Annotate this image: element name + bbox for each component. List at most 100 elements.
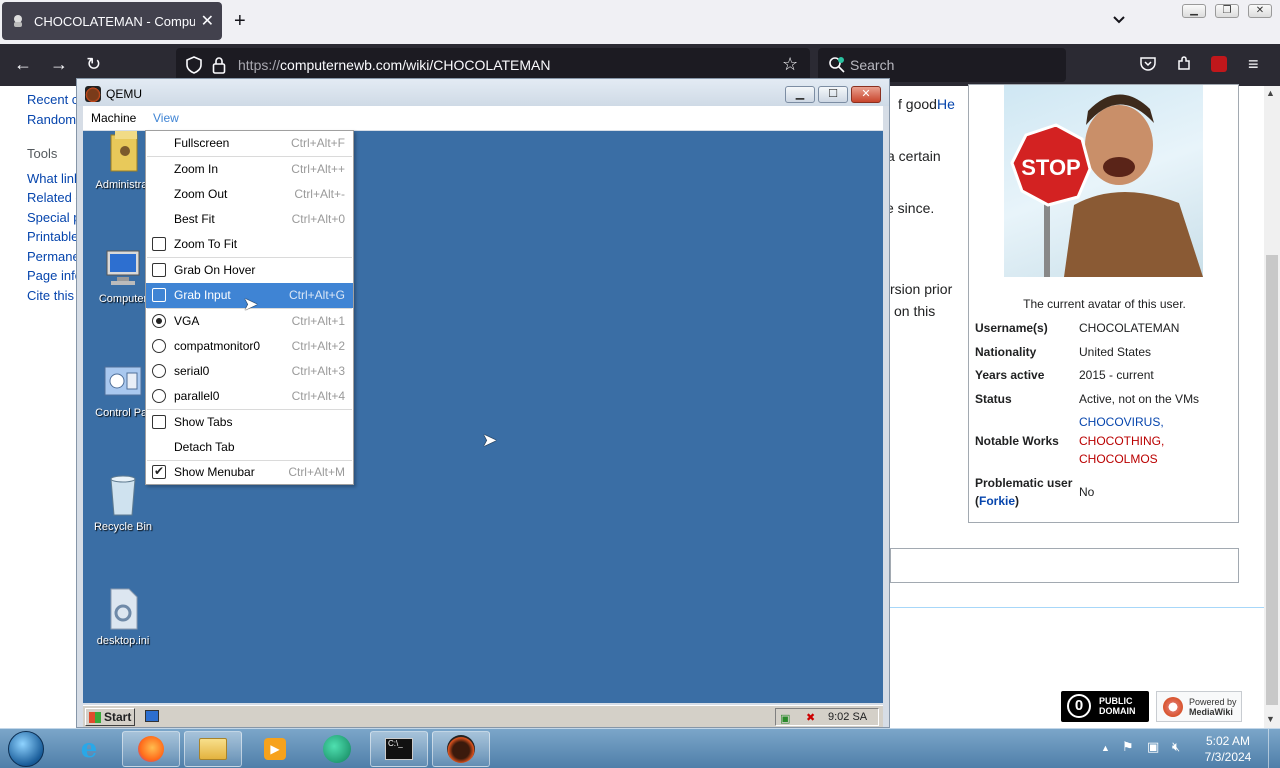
sidebar-link-printable[interactable]: Printable: [27, 229, 78, 244]
scroll-down-icon[interactable]: ▼: [1266, 714, 1275, 724]
bookmark-star-icon[interactable]: ☆: [782, 54, 798, 75]
ublock-origin-icon[interactable]: [1211, 56, 1227, 72]
menuitem-zoom-in[interactable]: Zoom In Ctrl+Alt++: [146, 157, 353, 182]
guest-mouse-pointer-icon: ➤: [482, 430, 498, 450]
sidebar-link-what-links-here[interactable]: What link: [27, 171, 80, 186]
desktop-icon-desktop-ini[interactable]: desktop.ini: [83, 587, 163, 647]
taskbar-media-player[interactable]: ▶: [246, 731, 304, 767]
sidebar-link-permanent-link[interactable]: Permane: [27, 249, 80, 264]
browser-tab[interactable]: CHOCOLATEMAN - Computer ✕: [2, 2, 222, 40]
volume-muted-icon[interactable]: 🔇︎: [1172, 739, 1180, 755]
menu-view[interactable]: View: [153, 111, 179, 125]
recycle-bin-icon: [103, 473, 143, 517]
taskbar-firefox[interactable]: [122, 731, 180, 767]
address-bar[interactable]: https://computernewb.com/wiki/CHOCOLATEM…: [176, 48, 810, 82]
menuitem-label: parallel0: [174, 389, 220, 403]
restore-window-button[interactable]: ❐: [1215, 4, 1239, 18]
close-window-button[interactable]: ✕: [1248, 4, 1272, 18]
show-desktop-button[interactable]: [1268, 729, 1280, 768]
menuitem-detach-tab[interactable]: Detach Tab: [146, 435, 353, 460]
sidebar-link-random-page[interactable]: Random: [27, 112, 76, 127]
menuitem-show-menubar[interactable]: Show Menubar Ctrl+Alt+M: [146, 460, 353, 485]
sidebar-link-recent-changes[interactable]: Recent c: [27, 92, 78, 107]
menuitem-parallel0[interactable]: parallel0 Ctrl+Alt+4: [146, 384, 353, 409]
browser-tab-bar: CHOCOLATEMAN - Computer ✕ + ▁ ❐ ✕: [0, 0, 1280, 44]
sidebar-link-cite[interactable]: Cite this: [27, 288, 74, 303]
windows-start-orb[interactable]: [8, 731, 44, 767]
notable-work-redlink[interactable]: CHOCOLMOS: [1079, 452, 1239, 466]
forkie-link[interactable]: Forkie: [979, 494, 1015, 508]
qemu-maximize-button[interactable]: ☐: [818, 86, 848, 103]
taskbar-app-green[interactable]: [308, 731, 366, 767]
menuitem-zoom-out[interactable]: Zoom Out Ctrl+Alt+-: [146, 182, 353, 207]
menuitem-compatmonitor0[interactable]: compatmonitor0 Ctrl+Alt+2: [146, 334, 353, 359]
tab-title: CHOCOLATEMAN - Computer: [34, 13, 195, 29]
sidebar-link-special-pages[interactable]: Special p: [27, 210, 80, 225]
qemu-minimize-button[interactable]: ▁: [785, 86, 815, 103]
taskbar-explorer[interactable]: [184, 731, 242, 767]
menuitem-serial0[interactable]: serial0 Ctrl+Alt+3: [146, 359, 353, 384]
scroll-up-icon[interactable]: ▲: [1266, 88, 1275, 98]
compatmonitor0-radio[interactable]: [152, 339, 166, 353]
notable-work-link[interactable]: CHOCOVIRUS,: [1079, 415, 1239, 429]
menuitem-show-tabs[interactable]: Show Tabs: [146, 410, 353, 435]
qemu-titlebar[interactable]: QEMU ▁ ☐ ✕: [77, 79, 889, 106]
menuitem-zoom-to-fit[interactable]: Zoom To Fit: [146, 232, 353, 257]
guest-system-tray: ▣ ✖ 9:02 SA: [775, 708, 879, 726]
footer-divider: [890, 607, 1264, 608]
qemu-close-button[interactable]: ✕: [851, 86, 881, 103]
network-icon[interactable]: ▣: [780, 711, 790, 727]
serial0-radio[interactable]: [152, 364, 166, 378]
new-tab-button[interactable]: +: [234, 10, 246, 32]
parallel0-radio[interactable]: [152, 389, 166, 403]
action-center-flag-icon[interactable]: ⚑: [1122, 739, 1134, 755]
menuitem-grab-on-hover[interactable]: Grab On Hover: [146, 258, 353, 283]
pocket-icon[interactable]: [1140, 55, 1156, 77]
taskbar-command-prompt[interactable]: C:\_: [370, 731, 428, 767]
sidebar-link-related-changes[interactable]: Related c: [27, 190, 82, 205]
menuitem-fullscreen[interactable]: Fullscreen Ctrl+Alt+F: [146, 131, 353, 156]
show-tabs-checkbox[interactable]: [152, 415, 166, 429]
menuitem-best-fit[interactable]: Best Fit Ctrl+Alt+0: [146, 207, 353, 232]
back-arrow-icon[interactable]: ←: [14, 53, 32, 75]
show-menubar-checkbox[interactable]: [152, 464, 166, 479]
page-scrollbar-thumb[interactable]: [1266, 255, 1278, 705]
sidebar-link-page-info[interactable]: Page info: [27, 268, 82, 283]
list-all-tabs-icon[interactable]: [1112, 12, 1126, 28]
lock-icon[interactable]: [212, 56, 226, 77]
menuitem-label: compatmonitor0: [174, 339, 261, 353]
vga-radio[interactable]: [152, 314, 166, 328]
infobox-key: Years active: [975, 368, 1045, 382]
guest-start-button[interactable]: Start: [85, 708, 135, 726]
notable-work-redlink[interactable]: CHOCOTHING,: [1079, 434, 1239, 448]
grab-input-checkbox[interactable]: [152, 288, 166, 302]
mediawiki-flower-icon: [1163, 697, 1183, 717]
desktop-icon-label: Administrat: [95, 179, 151, 191]
reload-icon[interactable]: ↻: [86, 53, 101, 75]
minimize-window-button[interactable]: ▁: [1182, 4, 1206, 18]
powered-by-mediawiki-badge[interactable]: Powered by MediaWiki: [1156, 691, 1242, 722]
system-clock[interactable]: 5:02 AM 7/3/2024: [1200, 733, 1256, 765]
guest-taskbar: Start ▣ ✖ 9:02 SA: [83, 705, 883, 727]
url-host-path: computernewb.com/wiki/CHOCOLATEMAN: [280, 57, 551, 73]
zoom-to-fit-checkbox[interactable]: [152, 237, 166, 251]
menu-machine[interactable]: Machine: [91, 111, 136, 125]
show-hidden-icons[interactable]: ▲: [1101, 743, 1110, 753]
shield-icon[interactable]: [186, 56, 202, 77]
volume-muted-icon[interactable]: ✖: [806, 710, 815, 726]
search-bar[interactable]: Search: [818, 48, 1066, 82]
hamburger-menu-icon[interactable]: ≡: [1248, 53, 1259, 75]
menuitem-shortcut: Ctrl+Alt+-: [294, 187, 345, 201]
article-link-fragment[interactable]: He: [937, 96, 955, 112]
forward-arrow-icon[interactable]: →: [50, 53, 68, 75]
extensions-icon[interactable]: [1176, 55, 1192, 77]
public-domain-badge[interactable]: 0 PUBLIC DOMAIN: [1061, 691, 1149, 722]
tab-close-icon[interactable]: ✕: [201, 11, 214, 31]
taskbar-qemu[interactable]: [432, 731, 490, 767]
computer-icon: [103, 245, 143, 289]
taskbar-internet-explorer[interactable]: e: [60, 731, 118, 767]
show-desktop-icon[interactable]: [145, 710, 159, 722]
network-icon[interactable]: ▣: [1147, 739, 1159, 755]
grab-on-hover-checkbox[interactable]: [152, 263, 166, 277]
infobox-key: Problematic user: [975, 476, 1073, 490]
